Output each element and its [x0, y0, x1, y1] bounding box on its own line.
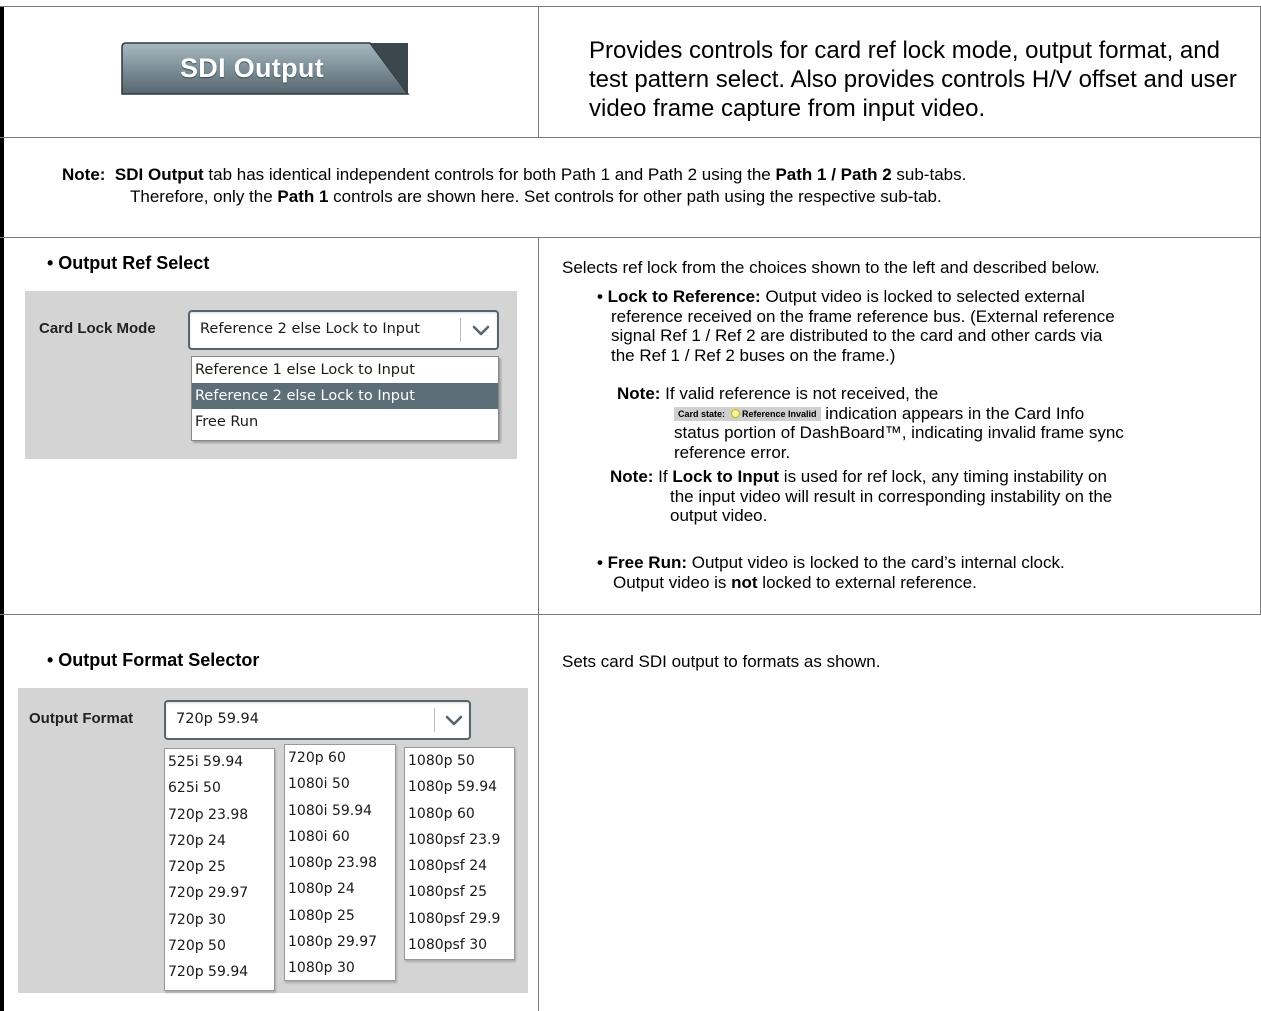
free-run-desc: • Free Run: Output video is locked to th… — [597, 553, 1065, 592]
option-reference-2[interactable]: Reference 2 else Lock to Input — [192, 383, 498, 409]
format-option[interactable]: 1080p 23.98 — [285, 850, 395, 876]
format-option[interactable]: 1080p 59.94 — [405, 774, 514, 800]
format-option[interactable]: 1080p 29.97 — [285, 929, 395, 955]
row-divider — [0, 237, 1261, 238]
format-option[interactable]: 1080p 30 — [285, 955, 395, 981]
note-block: Note: SDI Output tab has identical indep… — [62, 164, 1242, 208]
format-option[interactable]: 1080p 60 — [405, 801, 514, 827]
card-lock-mode-options: Reference 1 else Lock to Input Reference… — [191, 356, 499, 441]
sdi-output-tab[interactable]: SDI Output — [120, 41, 410, 96]
tab-label: SDI Output — [180, 53, 324, 83]
combo-separator — [434, 708, 435, 732]
note-line-1: Note: SDI Output tab has identical indep… — [62, 165, 967, 184]
lock-to-reference-desc: • Lock to Reference: Output video is loc… — [597, 287, 1115, 365]
format-option[interactable]: 525i 59.94 — [165, 749, 274, 775]
format-option[interactable]: 625i 50 — [165, 775, 274, 801]
lock-to-input-note: Note: If Lock to Input is used for ref l… — [610, 467, 1113, 525]
format-option[interactable]: 1080psf 24 — [405, 853, 514, 879]
card-lock-mode-label: Card Lock Mode — [39, 320, 156, 337]
card-lock-mode-select[interactable]: Reference 2 else Lock to Input — [188, 310, 499, 350]
chevron-down-icon[interactable] — [441, 708, 467, 732]
card-lock-mode-value: Reference 2 else Lock to Input — [200, 321, 420, 337]
format-options-column-2: 720p 60 1080i 50 1080i 59.94 1080i 60 10… — [284, 744, 396, 981]
format-option[interactable]: 1080psf 23.9 — [405, 827, 514, 853]
format-option[interactable]: 720p 60 — [285, 745, 395, 771]
format-option[interactable]: 720p 23.98 — [165, 802, 274, 828]
format-option[interactable]: 720p 29.97 — [165, 880, 274, 906]
column-divider — [538, 6, 539, 137]
option-free-run[interactable]: Free Run — [192, 409, 498, 435]
card-state-badge: Card state: Reference Invalid — [674, 406, 821, 421]
column-divider — [538, 237, 539, 1011]
option-reference-1[interactable]: Reference 1 else Lock to Input — [192, 357, 498, 383]
format-option[interactable]: 720p 24 — [165, 828, 274, 854]
format-option[interactable]: 720p 50 — [165, 933, 274, 959]
output-format-label: Output Format — [29, 710, 134, 727]
card-lock-mode-panel: Card Lock Mode Reference 2 else Lock to … — [25, 291, 517, 459]
format-options-column-3: 1080p 50 1080p 59.94 1080p 60 1080psf 23… — [404, 747, 515, 960]
format-option[interactable]: 720p 25 — [165, 854, 274, 880]
table-top-border — [0, 6, 1261, 7]
format-option[interactable]: 1080i 60 — [285, 824, 395, 850]
format-option[interactable]: 1080psf 29.9 — [405, 906, 514, 932]
ref-desc-intro: Selects ref lock from the choices shown … — [562, 258, 1100, 277]
format-option[interactable]: 720p 30 — [165, 907, 274, 933]
output-format-selector-title: • Output Format Selector — [47, 650, 260, 670]
ref-select-description: Selects ref lock from the choices shown … — [562, 258, 1252, 278]
output-format-panel: Output Format 720p 59.94 525i 59.94 625i… — [18, 688, 528, 993]
format-option[interactable]: 1080p 24 — [285, 876, 395, 902]
output-format-value: 720p 59.94 — [176, 711, 259, 727]
format-option[interactable]: 1080p 25 — [285, 903, 395, 929]
format-option[interactable]: 1080psf 30 — [405, 932, 514, 958]
format-option[interactable]: 1080p 50 — [405, 748, 514, 774]
output-ref-select-title: • Output Ref Select — [47, 253, 210, 273]
intro-text: Provides controls for card ref lock mode… — [589, 37, 1237, 122]
output-format-description: Sets card SDI output to formats as shown… — [562, 652, 881, 671]
format-option[interactable]: 1080i 59.94 — [285, 798, 395, 824]
format-option[interactable]: 1080psf 25 — [405, 879, 514, 905]
note-line-2: Therefore, only the Path 1 controls are … — [130, 187, 942, 206]
status-dot-icon — [731, 408, 741, 418]
format-option[interactable]: 720p 59.94 — [165, 959, 274, 985]
row-divider — [0, 137, 1261, 138]
combo-separator — [460, 318, 461, 342]
reference-invalid-note: Note: If valid reference is not received… — [617, 384, 1124, 462]
format-options-column-1: 525i 59.94 625i 50 720p 23.98 720p 24 72… — [164, 748, 275, 991]
table-left-border — [0, 6, 4, 1011]
row-divider — [0, 614, 1261, 615]
chevron-down-icon[interactable] — [468, 318, 494, 342]
output-format-select[interactable]: 720p 59.94 — [164, 700, 471, 740]
format-option[interactable]: 1080i 50 — [285, 771, 395, 797]
